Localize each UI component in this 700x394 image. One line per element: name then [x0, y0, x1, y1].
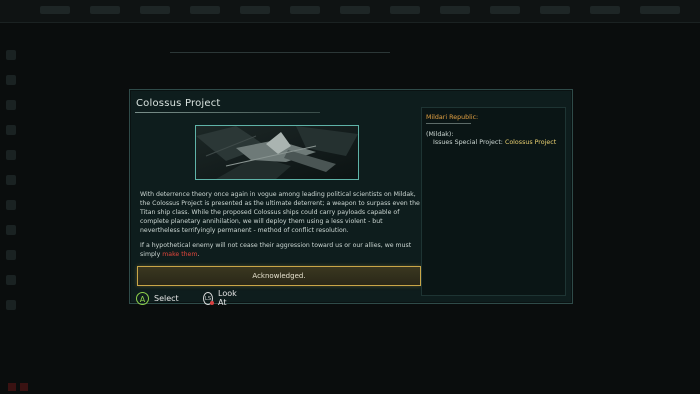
look-at-hint[interactable]: LS Look At	[203, 289, 240, 307]
look-at-label: Look At	[218, 289, 237, 307]
colossus-ship-icon	[195, 125, 359, 180]
left-outliner-bar	[0, 40, 22, 320]
top-resource-bar	[0, 0, 700, 23]
title-divider	[135, 112, 320, 113]
background-slider	[170, 52, 390, 53]
event-description: With deterrence theory once again in vog…	[140, 191, 420, 234]
effects-entity: (Mildak):	[426, 131, 454, 138]
effect-line: Issues Special Project: Colossus Project	[433, 139, 556, 146]
effect-project-link[interactable]: Colossus Project	[505, 139, 556, 146]
event-closing-text: If a hypothetical enemy will not cease t…	[140, 241, 420, 259]
select-label: Select	[154, 293, 179, 303]
bottom-bar	[0, 380, 700, 394]
left-stick-icon: LS	[203, 291, 215, 305]
effect-prefix: Issues Special Project:	[433, 139, 505, 146]
acknowledged-button[interactable]: Acknowledged.	[137, 266, 421, 286]
a-button-icon: A	[136, 291, 149, 305]
event-dialog: Colossus Project With deterrence theory …	[129, 89, 573, 304]
dialog-title: Colossus Project	[136, 98, 221, 109]
effects-divider	[426, 123, 471, 124]
select-hint[interactable]: A Select	[136, 290, 179, 306]
effects-heading: Mildari Republic:	[426, 114, 479, 121]
effects-panel: Mildari Republic: (Mildak): Issues Speci…	[421, 107, 566, 296]
closing-highlight: make them	[162, 251, 198, 258]
closing-end: .	[197, 251, 200, 258]
